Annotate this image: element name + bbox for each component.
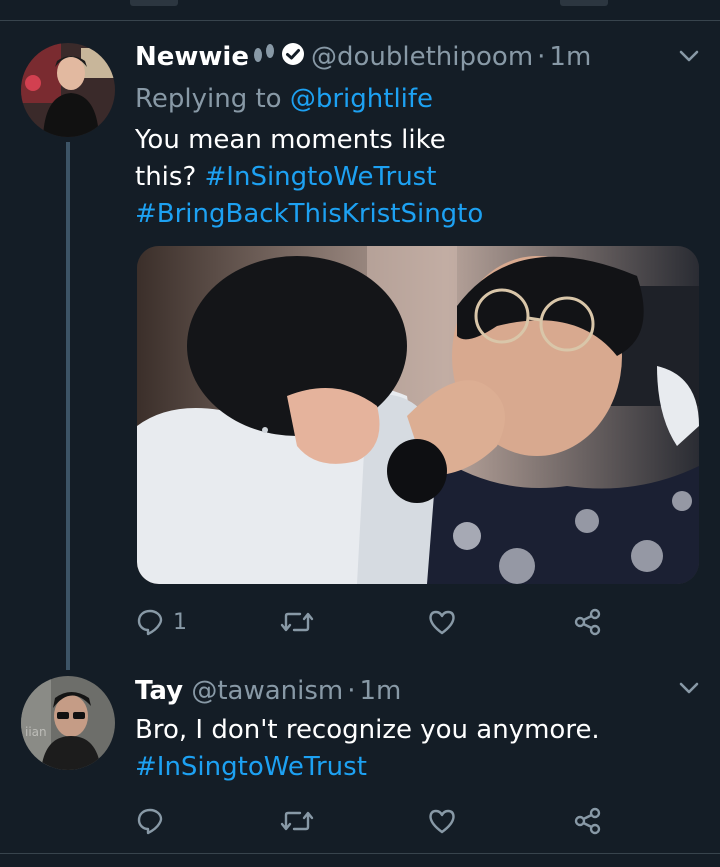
timestamp[interactable]: 1m bbox=[360, 676, 402, 706]
thread-line bbox=[66, 142, 70, 670]
share-button[interactable] bbox=[573, 801, 603, 841]
share-icon bbox=[573, 607, 603, 637]
heart-icon bbox=[427, 806, 457, 836]
chevron-down-icon[interactable] bbox=[677, 678, 701, 702]
display-name[interactable]: Tay bbox=[135, 676, 183, 706]
hashtag-link[interactable]: #InSingtoWeTrust bbox=[205, 162, 437, 192]
separator: · bbox=[347, 676, 356, 706]
text-segment: You mean moments like bbox=[135, 125, 446, 155]
retweet-button[interactable] bbox=[280, 602, 322, 642]
chevron-down-icon[interactable] bbox=[677, 46, 701, 70]
text-segment: Bro, I don't recognize you anymore. bbox=[135, 715, 600, 745]
retweet-icon bbox=[280, 806, 314, 836]
tweet[interactable]: iian Tay @tawanism · 1m Bro, I don't recog… bbox=[0, 660, 720, 853]
tweet-text: Bro, I don't recognize you anymore. #InS… bbox=[135, 712, 600, 786]
handle[interactable]: @doublethipoom bbox=[311, 42, 533, 72]
reply-button[interactable]: 1 bbox=[135, 602, 187, 642]
avatar[interactable] bbox=[21, 43, 115, 137]
text-line: this? #InSingtoWeTrust bbox=[135, 159, 483, 196]
tweet-actions: 1 bbox=[0, 602, 720, 642]
reply-button[interactable] bbox=[135, 801, 173, 841]
retweet-icon bbox=[280, 607, 314, 637]
separator: · bbox=[537, 42, 546, 72]
tweet-actions bbox=[0, 801, 720, 841]
reply-icon bbox=[135, 806, 165, 836]
display-name[interactable]: Newwie bbox=[135, 42, 249, 72]
tweet-header: Tay @tawanism · 1m bbox=[135, 674, 401, 708]
replying-prefix: Replying to bbox=[135, 84, 282, 114]
text-line: #InSingtoWeTrust bbox=[135, 749, 600, 786]
hashtag-link[interactable]: #BringBackThisKristSingto bbox=[135, 199, 483, 229]
reply-count: 1 bbox=[173, 609, 187, 635]
hashtag-link[interactable]: #InSingtoWeTrust bbox=[135, 752, 367, 782]
divider bbox=[0, 853, 720, 854]
mention-link[interactable]: @brightlife bbox=[290, 84, 433, 114]
tweet-header: Newwie @doublethipoom · 1m bbox=[135, 40, 591, 75]
footprints-emoji bbox=[251, 41, 277, 75]
share-icon bbox=[573, 806, 603, 836]
tweet[interactable]: Newwie @doublethipoom · 1m Replying to @bri… bbox=[0, 0, 720, 670]
like-button[interactable] bbox=[427, 602, 465, 642]
timestamp[interactable]: 1m bbox=[549, 42, 591, 72]
retweet-button[interactable] bbox=[280, 801, 322, 841]
handle[interactable]: @tawanism bbox=[191, 676, 343, 706]
share-button[interactable] bbox=[573, 602, 603, 642]
svg-text:iian: iian bbox=[25, 725, 47, 739]
tweet-photo[interactable] bbox=[137, 246, 699, 584]
text-line: #BringBackThisKristSingto bbox=[135, 196, 483, 233]
reply-icon bbox=[135, 607, 165, 637]
text-line: Bro, I don't recognize you anymore. bbox=[135, 712, 600, 749]
avatar[interactable]: iian bbox=[21, 676, 115, 770]
text-segment: this? bbox=[135, 162, 205, 192]
text-line: You mean moments like bbox=[135, 122, 483, 159]
tweet-text: You mean moments like this? #InSingtoWeT… bbox=[135, 122, 483, 233]
like-button[interactable] bbox=[427, 801, 465, 841]
heart-icon bbox=[427, 607, 457, 637]
replying-to: Replying to @brightlife bbox=[135, 82, 433, 116]
verified-badge-icon bbox=[281, 41, 305, 75]
